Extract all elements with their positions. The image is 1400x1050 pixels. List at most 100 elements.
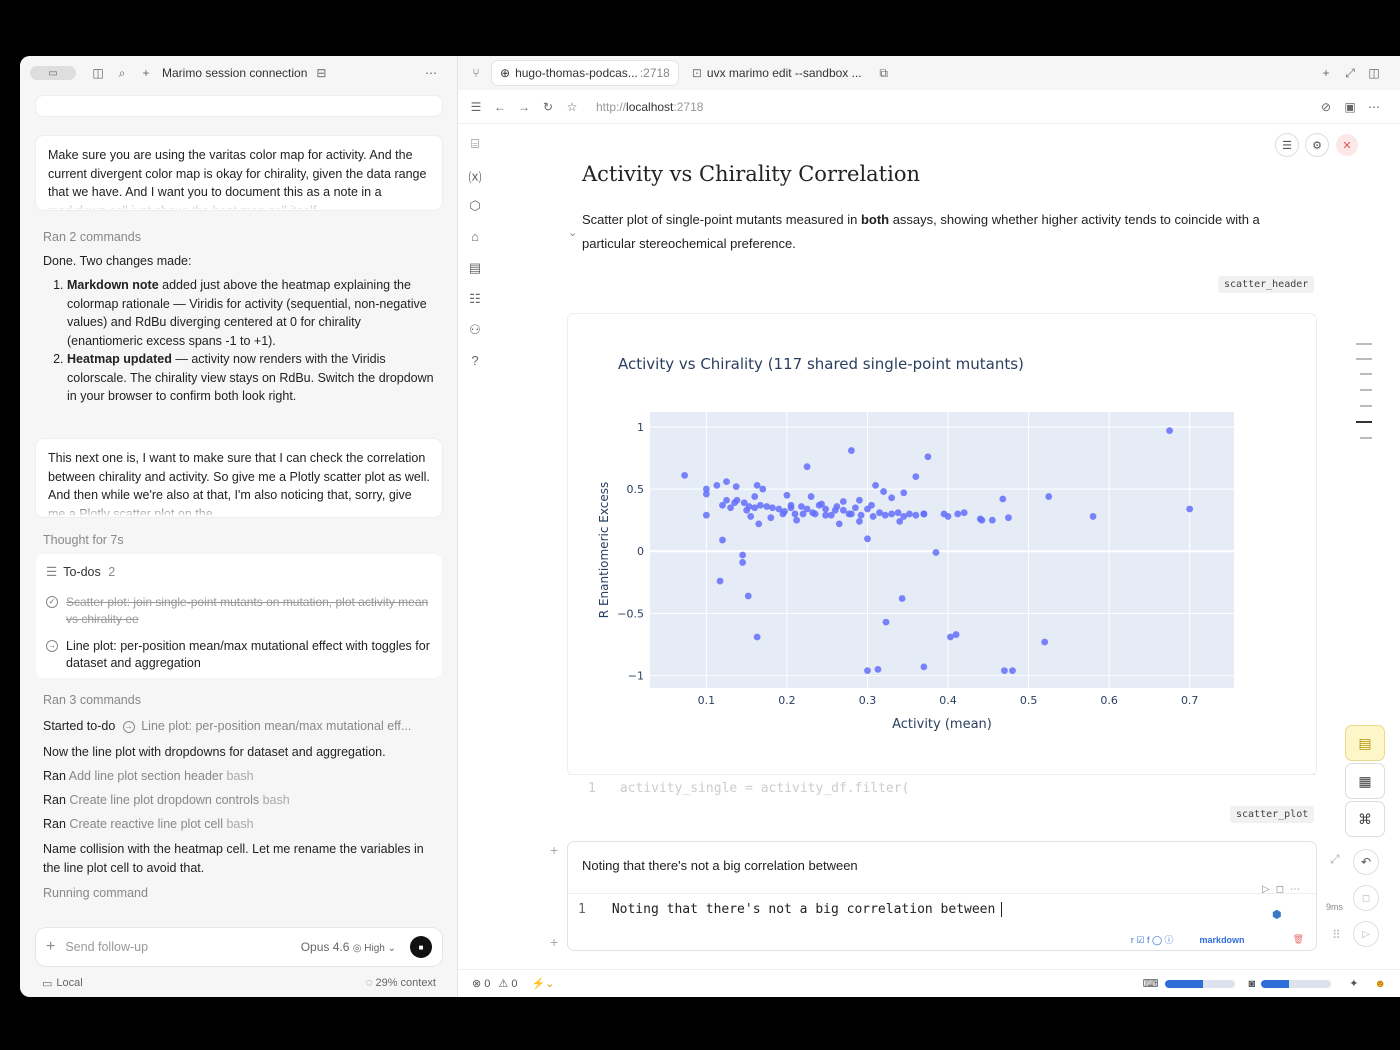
branch-icon[interactable]: ⑂	[468, 65, 484, 81]
minimap-line[interactable]	[1360, 405, 1372, 407]
settings-icon[interactable]: ⚙	[1306, 134, 1328, 156]
minimap-line[interactable]	[1360, 373, 1372, 375]
ran-row-1[interactable]: Ran Add line plot section header bash	[43, 767, 438, 786]
change-item-1: Markdown note added just above the heatm…	[67, 276, 437, 350]
mascot-icon[interactable]: ☻	[1374, 978, 1386, 990]
plus-icon[interactable]: +	[138, 65, 154, 81]
scatter-point	[767, 514, 775, 522]
files-icon[interactable]: ⌸	[466, 136, 484, 154]
python-icon: ⬢	[1272, 909, 1282, 921]
url-field[interactable]: http://localhost:2718	[596, 100, 703, 114]
forward-icon[interactable]: →	[516, 99, 532, 115]
add-cell-icon[interactable]: +	[550, 934, 558, 950]
add-icon[interactable]: +	[46, 938, 55, 956]
shutdown-icon[interactable]: ✕	[1336, 134, 1358, 156]
drag-handle-icon[interactable]: ⠿	[1332, 928, 1341, 942]
scatter-point	[960, 509, 968, 517]
collapse-chevron-icon[interactable]: ⌄	[568, 226, 577, 239]
save-button[interactable]: ▤	[1346, 726, 1384, 760]
command-button[interactable]: ⌘	[1346, 802, 1384, 836]
globe-icon: ⊕	[500, 66, 511, 80]
delete-icon[interactable]: 🗑	[1293, 934, 1304, 945]
add-cell-icon[interactable]: +	[550, 842, 558, 858]
code-editor-collapsed[interactable]: 1 activity_single = activity_df.filter(	[568, 774, 1316, 804]
stop-icon[interactable]: ◻	[1276, 884, 1284, 895]
md-flags[interactable]: r ☑ f ◯ ⓘ	[1131, 933, 1174, 946]
chat-footer: ▭ Local ◌ 29% context	[20, 970, 458, 996]
star-icon[interactable]: ☆	[564, 99, 580, 115]
minimap-line[interactable]	[1360, 437, 1372, 439]
language-label[interactable]: markdown	[1200, 935, 1245, 945]
scatter-point	[759, 485, 767, 493]
run-all-icon[interactable]: ▷	[1354, 922, 1378, 946]
local-label[interactable]: Local	[56, 977, 82, 989]
pin-icon[interactable]: ⊘	[1318, 99, 1334, 115]
menu-icon[interactable]: ☰	[1276, 134, 1298, 156]
packages-icon[interactable]: ⬡	[466, 198, 484, 216]
more-icon[interactable]: ⋯	[423, 65, 439, 81]
minimap-line[interactable]	[1356, 358, 1372, 360]
scatter-chart[interactable]: Activity vs Chirality (117 shared single…	[568, 314, 1316, 774]
ran-row-2[interactable]: Ran Create line plot dropdown controls b…	[43, 791, 438, 810]
back-icon[interactable]: ←	[492, 99, 508, 115]
plot-area	[650, 412, 1234, 688]
more-icon[interactable]: ⋯	[1366, 99, 1382, 115]
markdown-cell[interactable]: Noting that there's not a big correlatio…	[568, 842, 1316, 950]
archive-icon[interactable]: ⊟	[313, 65, 329, 81]
minimap-line[interactable]	[1360, 389, 1372, 391]
follow-up-placeholder[interactable]: Send follow-up	[65, 940, 148, 954]
fullscreen-icon[interactable]: ⤢	[1330, 852, 1340, 867]
stop-all-icon[interactable]: ◻	[1354, 886, 1378, 910]
expand-icon[interactable]: ⤢	[1342, 65, 1358, 81]
tab-terminal[interactable]: ⊡ uvx marimo edit --sandbox ...	[684, 61, 870, 85]
scatter-point	[793, 516, 801, 524]
scatter-point	[852, 504, 859, 512]
panel-icon[interactable]: ◫	[90, 65, 106, 81]
sidebar-toggle-pill[interactable]: ▭	[30, 66, 76, 80]
help-icon[interactable]: ?	[466, 353, 484, 371]
error-icon[interactable]: ⊗ 0	[472, 977, 490, 990]
run-icon[interactable]: ▷	[1262, 884, 1270, 895]
model-selector[interactable]: Opus 4.6 ◎ High ⌄	[301, 940, 396, 954]
devtools-icon[interactable]: ▣	[1342, 99, 1358, 115]
bolt-icon[interactable]: ⚡⌄	[531, 977, 554, 990]
sparkle-icon[interactable]: ✦	[1349, 977, 1358, 990]
new-tab-icon[interactable]: +	[1318, 65, 1334, 81]
ran-commands-2[interactable]: Ran 3 commands	[43, 691, 438, 710]
user-message-faded	[36, 96, 442, 116]
stop-button[interactable]: ■	[410, 936, 432, 958]
undo-icon[interactable]: ↶	[1354, 850, 1378, 874]
copy-icon[interactable]: ⧉	[876, 65, 892, 81]
snippets-icon[interactable]: ▤	[466, 260, 484, 278]
follow-up-input[interactable]: + Send follow-up Opus 4.6 ◎ High ⌄ ■	[36, 928, 442, 966]
scatter-point	[864, 667, 871, 674]
scatter-point	[753, 633, 761, 641]
ran-row-3[interactable]: Ran Create reactive line plot cell bash	[43, 815, 438, 834]
thought-label[interactable]: Thought for 7s	[43, 531, 438, 550]
ai-icon[interactable]: ⌂	[466, 229, 484, 247]
outline-icon[interactable]: ☷	[466, 291, 484, 309]
scatter-point	[896, 518, 904, 525]
dependencies-icon[interactable]: ⚇	[466, 322, 484, 340]
scatter-point	[924, 453, 932, 461]
warning-icon[interactable]: ⚠ 0	[498, 977, 517, 990]
markdown-editor[interactable]: 1 Noting that there's not a big correlati…	[568, 894, 1316, 925]
minimap-line-active[interactable]	[1356, 421, 1372, 423]
scatter-point	[739, 559, 747, 566]
layout-button[interactable]: ▦	[1346, 764, 1384, 798]
scatter-point	[835, 520, 843, 528]
chat-title[interactable]: Marimo session connection	[162, 66, 307, 80]
todos-header[interactable]: ☰ To-dos 2	[46, 564, 115, 579]
split-icon[interactable]: ◫	[1366, 65, 1382, 81]
minimap-line[interactable]	[1356, 343, 1372, 345]
search-icon[interactable]: ⌕	[114, 65, 130, 81]
cell-name-scatter-plot[interactable]: scatter_plot	[1230, 806, 1315, 823]
tab-marimo[interactable]: ⊕ hugo-thomas-podcas...:2718	[492, 61, 678, 85]
variables-icon[interactable]: ⒳	[466, 167, 484, 185]
reload-icon[interactable]: ↻	[540, 99, 556, 115]
cell-name-scatter-header[interactable]: scatter_header	[1218, 276, 1315, 293]
ran-commands-1[interactable]: Ran 2 commands	[43, 228, 438, 247]
list-icon[interactable]: ☰	[468, 99, 484, 115]
more-icon[interactable]: ⋯	[1290, 884, 1300, 895]
scatter-point	[864, 535, 871, 543]
